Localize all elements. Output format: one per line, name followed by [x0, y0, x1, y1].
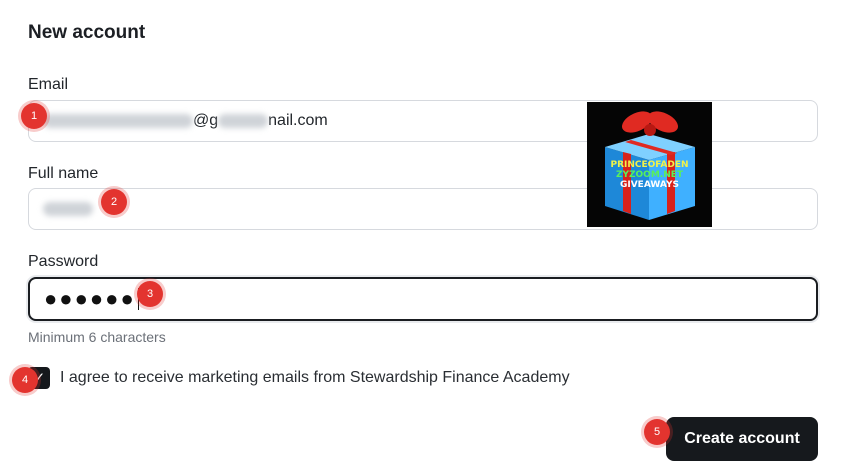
email-visible-part: @g [193, 112, 219, 129]
redacted-email-part-2 [218, 114, 269, 128]
consent-label[interactable]: I agree to receive marketing emails from… [60, 369, 570, 387]
annotation-marker-1: 1 [21, 103, 47, 129]
email-visible-end: nail.com [268, 112, 328, 129]
password-hint: Minimum 6 characters [28, 329, 166, 345]
annotation-marker-4: 4 [12, 367, 38, 393]
annotation-marker-2: 2 [101, 189, 127, 215]
promo-text-line3: GIVEAWAYS [619, 180, 680, 190]
promo-text-line1: PRINCEOFADEN [610, 160, 689, 170]
create-account-button[interactable]: Create account [666, 417, 818, 461]
promo-text-line2: ZYZOOM.NET [615, 170, 684, 180]
password-label: Password [28, 253, 99, 270]
full-name-label: Full name [28, 165, 99, 182]
email-label: Email [28, 76, 69, 93]
redacted-email-part [43, 114, 193, 128]
page-title: New account [28, 22, 146, 43]
promo-image: PRINCEOFADEN ZYZOOM.NET GIVEAWAYS [587, 102, 712, 227]
annotation-marker-3: 3 [137, 281, 163, 307]
password-masked-value: ●●●●●● [44, 286, 136, 311]
consent-row[interactable]: ✓ I agree to receive marketing emails fr… [28, 367, 570, 389]
annotation-marker-5: 5 [644, 419, 670, 445]
redacted-name [43, 202, 93, 216]
